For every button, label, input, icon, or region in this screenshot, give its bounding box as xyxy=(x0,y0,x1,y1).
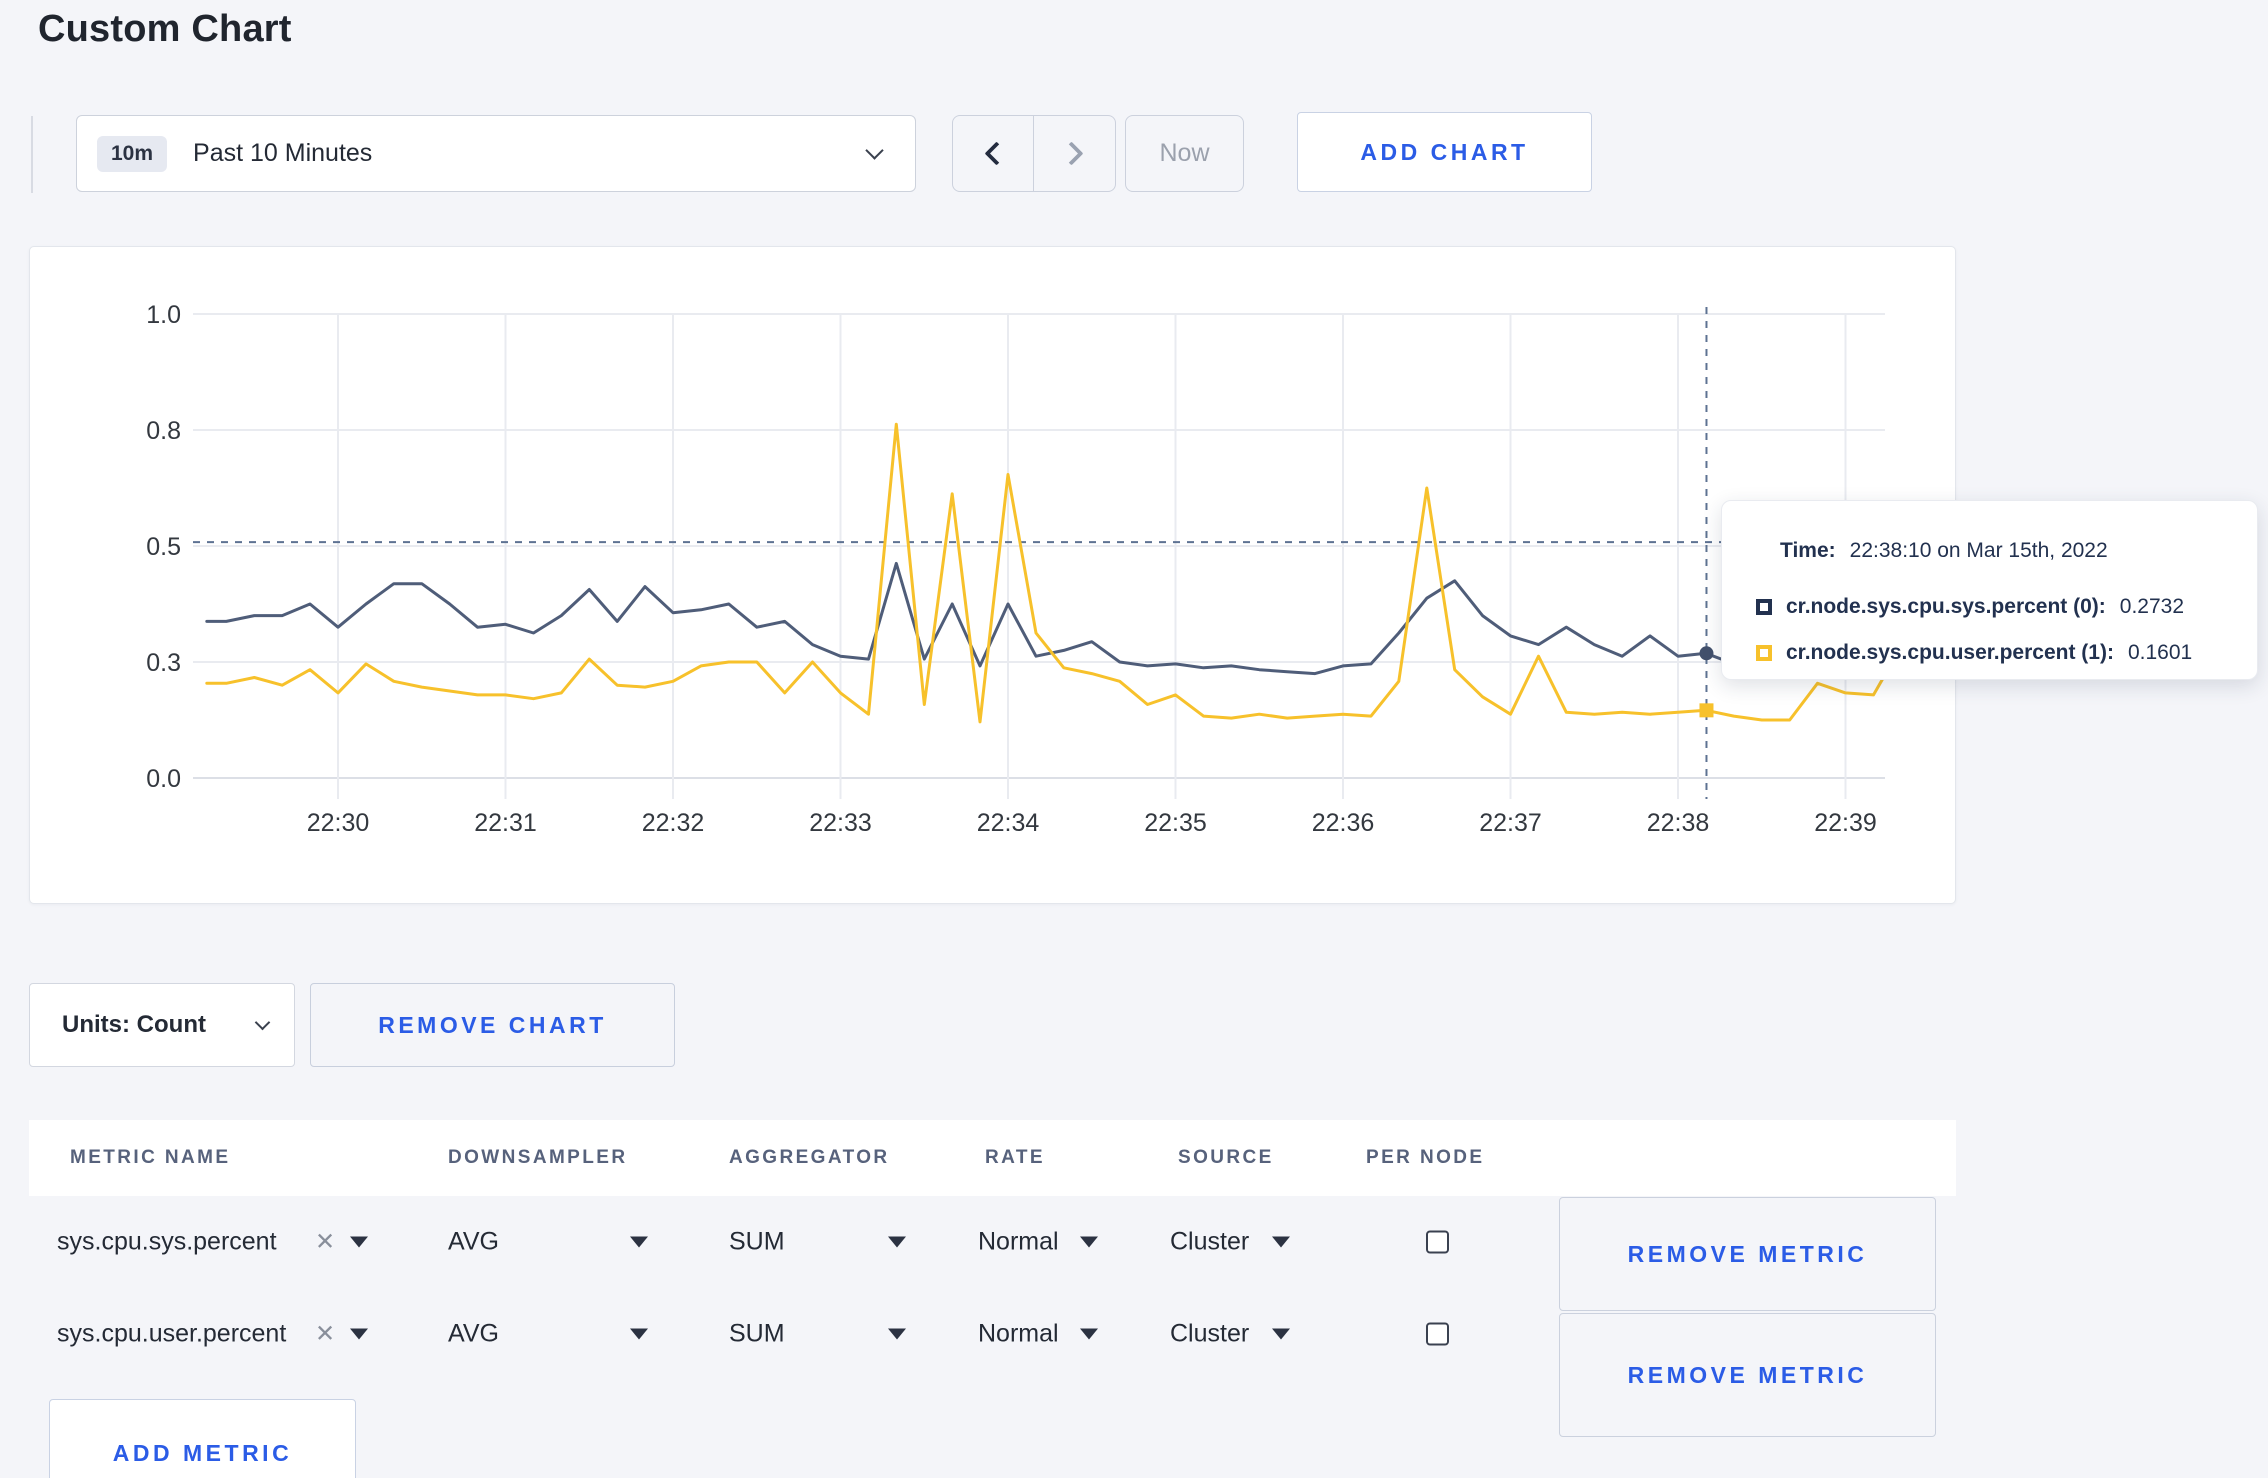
metric-name-caret-icon[interactable] xyxy=(350,1236,368,1248)
units-label: Units: Count xyxy=(62,1011,206,1038)
col-header-downsampler: DOWNSAMPLER xyxy=(448,1147,628,1168)
x-axis-tick-label: 22:33 xyxy=(809,809,872,837)
col-header-metric-name: METRIC NAME xyxy=(70,1147,231,1168)
x-axis-tick-label: 22:32 xyxy=(642,809,705,837)
rate-select[interactable]: Normal xyxy=(978,1228,1059,1257)
col-header-source: SOURCE xyxy=(1178,1147,1274,1168)
y-axis-tick-label: 0.8 xyxy=(146,417,181,445)
remove-metric-button[interactable]: REMOVE METRIC xyxy=(1559,1313,1936,1437)
y-axis-tick-label: 0.3 xyxy=(146,649,181,677)
tooltip-series-user-label: cr.node.sys.cpu.user.percent (1): xyxy=(1786,641,2114,664)
per-node-checkbox[interactable] xyxy=(1426,1322,1449,1346)
downsampler-select[interactable]: AVG xyxy=(448,1228,499,1257)
units-dropdown[interactable]: Units: Count xyxy=(29,983,295,1067)
source-caret-icon[interactable] xyxy=(1272,1328,1290,1340)
remove-chart-button[interactable]: REMOVE CHART xyxy=(310,983,675,1067)
metrics-chart[interactable]: 0.0 0.3 0.5 0.8 1.0 22:30 22:31 22:32 22:33 22:34… xyxy=(30,247,1955,903)
downsampler-caret-icon[interactable] xyxy=(630,1236,648,1248)
y-axis-tick-label: 1.0 xyxy=(146,301,181,329)
tooltip-time-value: 22:38:10 on Mar 15th, 2022 xyxy=(1849,539,2108,562)
aggregator-select[interactable]: SUM xyxy=(729,1228,785,1257)
clear-metric-icon[interactable]: ✕ xyxy=(315,1320,335,1349)
now-button[interactable]: Now xyxy=(1125,115,1244,192)
chevron-left-icon xyxy=(983,141,1009,166)
add-chart-button[interactable]: ADD CHART xyxy=(1297,112,1592,192)
time-prev-button[interactable] xyxy=(952,115,1034,192)
remove-metric-button[interactable]: REMOVE METRIC xyxy=(1559,1197,1936,1311)
x-axis-tick-label: 22:39 xyxy=(1814,809,1877,837)
rate-caret-icon[interactable] xyxy=(1080,1328,1098,1340)
time-window-label: Past 10 Minutes xyxy=(193,139,373,167)
toolbar-divider xyxy=(31,116,33,193)
tooltip-series-sys-label: cr.node.sys.cpu.sys.percent (0): xyxy=(1786,595,2106,618)
metrics-table-header: METRIC NAME DOWNSAMPLER AGGREGATOR RATE … xyxy=(29,1120,1956,1196)
chevron-right-icon xyxy=(1058,141,1084,166)
downsampler-caret-icon[interactable] xyxy=(630,1328,648,1340)
aggregator-caret-icon[interactable] xyxy=(888,1328,906,1340)
tooltip-time-label: Time: xyxy=(1780,539,1836,562)
time-next-button[interactable] xyxy=(1033,115,1116,192)
rate-select[interactable]: Normal xyxy=(978,1320,1059,1349)
aggregator-caret-icon[interactable] xyxy=(888,1236,906,1248)
series-line-0 xyxy=(205,561,1888,676)
col-header-per-node: PER NODE xyxy=(1366,1147,1485,1168)
chevron-down-icon xyxy=(865,141,884,160)
rate-caret-icon[interactable] xyxy=(1080,1236,1098,1248)
chart-tooltip: Time: 22:38:10 on Mar 15th, 2022 cr.node… xyxy=(1721,500,2258,680)
clear-metric-icon[interactable]: ✕ xyxy=(315,1228,335,1257)
add-metric-button[interactable]: ADD METRIC xyxy=(49,1399,356,1478)
col-header-rate: RATE xyxy=(985,1147,1045,1168)
x-axis-tick-label: 22:31 xyxy=(474,809,537,837)
x-axis-tick-label: 22:30 xyxy=(307,809,370,837)
metric-name-caret-icon[interactable] xyxy=(350,1328,368,1340)
time-window-dropdown[interactable]: 10m Past 10 Minutes xyxy=(76,115,916,192)
per-node-checkbox[interactable] xyxy=(1426,1230,1449,1254)
metric-name-value[interactable]: sys.cpu.user.percent xyxy=(57,1320,286,1349)
source-caret-icon[interactable] xyxy=(1272,1236,1290,1248)
col-header-aggregator: AGGREGATOR xyxy=(729,1147,890,1168)
tooltip-series-user-value: 0.1601 xyxy=(2127,641,2193,664)
y-axis-tick-label: 0.5 xyxy=(146,533,181,561)
metric-name-value[interactable]: sys.cpu.sys.percent xyxy=(57,1228,277,1257)
chart-card: 0.0 0.3 0.5 0.8 1.0 22:30 22:31 22:32 22:33 22:34… xyxy=(29,246,1956,904)
hover-marker-sys xyxy=(1699,646,1714,661)
hover-marker-user xyxy=(1699,703,1714,718)
x-axis-tick-label: 22:38 xyxy=(1647,809,1710,837)
aggregator-select[interactable]: SUM xyxy=(729,1320,785,1349)
source-select[interactable]: Cluster xyxy=(1170,1228,1249,1257)
downsampler-select[interactable]: AVG xyxy=(448,1320,499,1349)
time-window-badge: 10m xyxy=(97,135,168,172)
page-title: Custom Chart xyxy=(38,8,292,50)
y-axis-tick-label: 0.0 xyxy=(146,765,181,793)
source-select[interactable]: Cluster xyxy=(1170,1320,1249,1349)
series-line-1 xyxy=(205,422,1888,724)
x-axis-tick-label: 22:35 xyxy=(1144,809,1207,837)
x-axis-tick-label: 22:36 xyxy=(1312,809,1375,837)
series-user-swatch-icon xyxy=(1756,645,1772,661)
series-sys-swatch-icon xyxy=(1756,599,1772,615)
chevron-down-icon xyxy=(254,1014,271,1030)
x-axis-tick-label: 22:34 xyxy=(977,809,1040,837)
tooltip-series-sys-value: 0.2732 xyxy=(2119,595,2185,618)
x-axis-tick-label: 22:37 xyxy=(1479,809,1542,837)
